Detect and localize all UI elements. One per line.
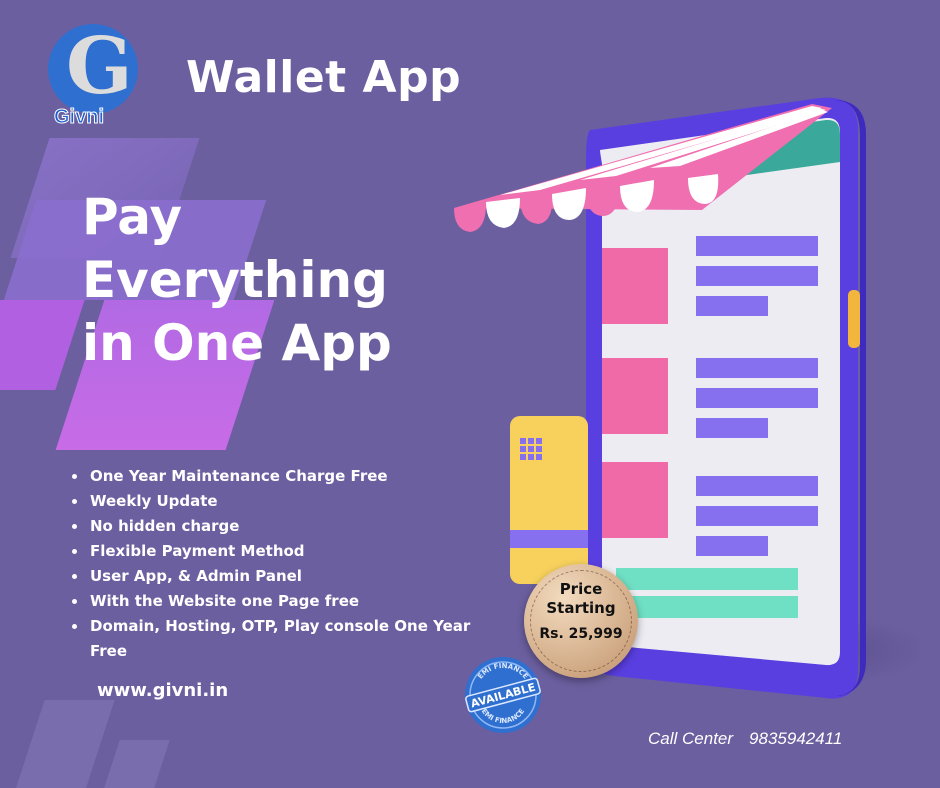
content-bar: [696, 296, 768, 316]
content-bar: [696, 536, 768, 556]
content-thumbnail: [602, 248, 668, 324]
content-bar: [696, 418, 768, 438]
feature-item: Domain, Hosting, OTP, Play console One Y…: [70, 614, 490, 664]
content-bar: [696, 358, 818, 378]
button-bar: [616, 596, 798, 618]
logo-name: Givni: [53, 106, 105, 129]
content-thumbnail: [602, 358, 668, 434]
price-label: Starting: [546, 599, 616, 617]
side-button: [848, 290, 860, 348]
headline-line: Pay: [82, 188, 183, 246]
promo-canvas: G Givni Wallet App Pay Everything in One…: [0, 0, 940, 788]
website-link[interactable]: www.givni.in: [97, 680, 228, 701]
content-bar: [696, 506, 818, 526]
credit-card-icon: [510, 416, 588, 584]
content-bar: [696, 236, 818, 256]
call-center: Call Center 9835942411: [648, 729, 858, 749]
feature-item: Flexible Payment Method: [70, 539, 490, 564]
headline: Pay Everything in One App: [82, 186, 482, 375]
headline-line: in One App: [82, 314, 392, 372]
price-value: Rs. 25,999: [539, 626, 623, 642]
content-bar: [696, 266, 818, 286]
smartphone-illustration: [454, 97, 920, 699]
feature-item: Weekly Update: [70, 489, 490, 514]
content-bar: [696, 388, 818, 408]
headline-line: Everything: [82, 251, 388, 309]
emi-seal-icon: EMI FINANCE EMI FINANCE AVAILABLE: [465, 657, 541, 733]
decor-shape: [15, 700, 115, 788]
app-title: Wallet App: [186, 52, 462, 103]
button-bar: [616, 568, 798, 590]
feature-list: One Year Maintenance Charge Free Weekly …: [70, 464, 490, 664]
feature-item: One Year Maintenance Charge Free: [70, 464, 490, 489]
givni-logo: G Givni: [48, 22, 140, 134]
g-logo-icon: G: [66, 21, 133, 112]
call-center-label: Call Center: [648, 729, 734, 748]
decor-shape: [100, 740, 170, 788]
price-label: Price: [559, 580, 603, 598]
content-thumbnail: [602, 462, 668, 538]
feature-item: No hidden charge: [70, 514, 490, 539]
phone-number[interactable]: 9835942411: [749, 729, 842, 748]
content-bar: [696, 476, 818, 496]
decor-shape: [0, 300, 85, 390]
feature-item: User App, & Admin Panel: [70, 564, 490, 589]
feature-item: With the Website one Page free: [70, 589, 490, 614]
